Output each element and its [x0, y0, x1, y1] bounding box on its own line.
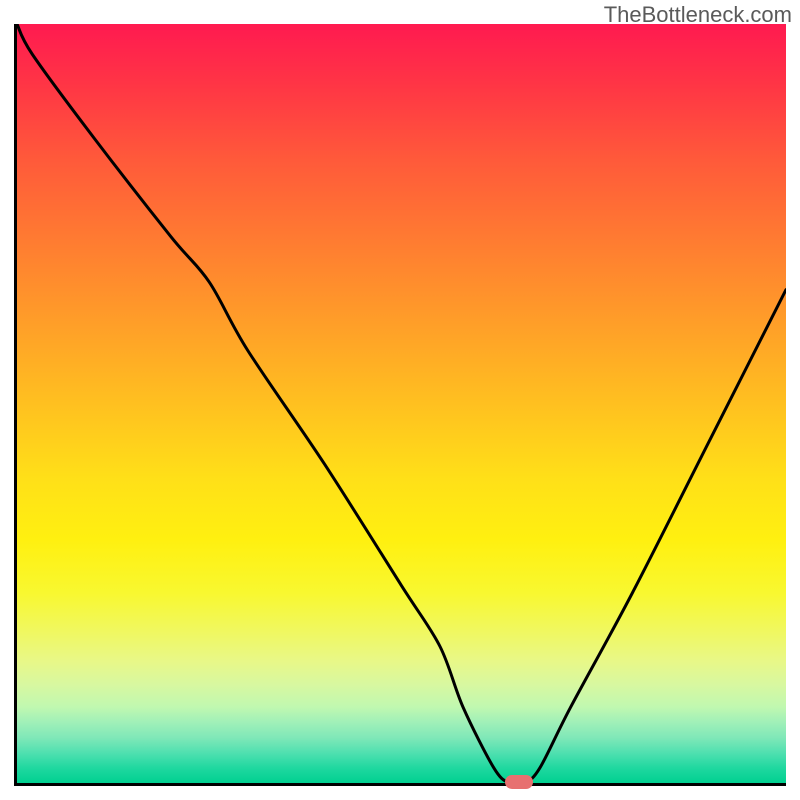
chart-container: TheBottleneck.com — [0, 0, 800, 800]
plot-area — [14, 24, 786, 786]
bottleneck-curve — [17, 24, 786, 783]
watermark-text: TheBottleneck.com — [604, 2, 792, 28]
optimal-point-marker — [505, 775, 533, 789]
curve-svg — [17, 24, 786, 783]
